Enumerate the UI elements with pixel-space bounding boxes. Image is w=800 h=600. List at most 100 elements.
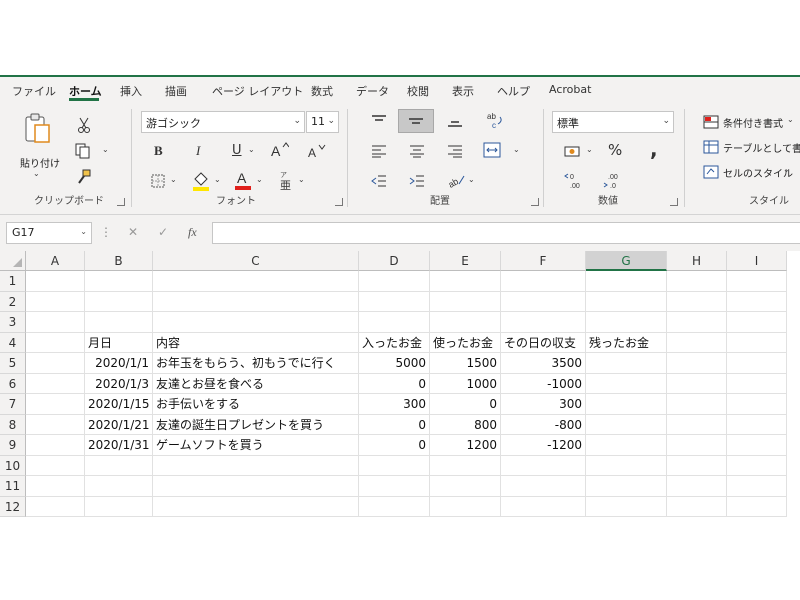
top-align-icon[interactable]: [370, 113, 388, 129]
paste-dropdown-caret[interactable]: ⌄: [33, 169, 40, 178]
number-launcher-icon[interactable]: [670, 198, 678, 206]
cell-h1[interactable]: [667, 271, 727, 292]
column-header-g[interactable]: G: [586, 251, 667, 271]
cell-i7[interactable]: [727, 394, 787, 415]
cell-c9[interactable]: ゲームソフトを買う: [153, 435, 359, 456]
cell-i10[interactable]: [727, 455, 787, 476]
cell-f1[interactable]: [501, 271, 586, 292]
row-header-11[interactable]: 11: [0, 476, 26, 497]
format-as-table-icon[interactable]: [703, 140, 719, 154]
borders-icon[interactable]: [150, 173, 166, 189]
column-header-i[interactable]: I: [727, 251, 787, 271]
cell-g12[interactable]: [586, 496, 667, 517]
cell-f11[interactable]: [501, 476, 586, 497]
underline-dropdown-caret[interactable]: ⌄: [248, 145, 255, 154]
cell-i8[interactable]: [727, 414, 787, 435]
cell-f3[interactable]: [501, 312, 586, 333]
font-color-icon[interactable]: A: [234, 169, 252, 191]
font-name-select[interactable]: 游ゴシック ⌄: [141, 111, 305, 133]
row-header-8[interactable]: 8: [0, 414, 26, 435]
cell-d8[interactable]: 0: [359, 414, 430, 435]
wrap-text-icon[interactable]: ab c: [486, 111, 504, 129]
cell-e10[interactable]: [430, 455, 501, 476]
cell-i5[interactable]: [727, 353, 787, 374]
cell-a7[interactable]: [26, 394, 85, 415]
accounting-dropdown-caret[interactable]: ⌄: [586, 145, 593, 154]
select-all-button[interactable]: [0, 251, 26, 271]
row-header-4[interactable]: 4: [0, 332, 26, 353]
cell-styles-dropdown-caret[interactable]: ⌄: [783, 165, 790, 174]
conditional-formatting-button[interactable]: 条件付き書式: [723, 115, 783, 130]
orientation-dropdown-caret[interactable]: ⌄: [468, 175, 475, 184]
decrease-decimal-icon[interactable]: .00.0: [602, 171, 622, 191]
cell-d12[interactable]: [359, 496, 430, 517]
cell-i6[interactable]: [727, 373, 787, 394]
cell-d10[interactable]: [359, 455, 430, 476]
cancel-entry-icon[interactable]: ✕: [128, 225, 138, 239]
accounting-format-icon[interactable]: [564, 143, 582, 159]
cell-g10[interactable]: [586, 455, 667, 476]
cell-f10[interactable]: [501, 455, 586, 476]
tab-acrobat[interactable]: Acrobat: [549, 83, 591, 96]
row-header-5[interactable]: 5: [0, 353, 26, 374]
cell-g2[interactable]: [586, 291, 667, 312]
column-header-a[interactable]: A: [26, 251, 85, 271]
font-color-dropdown-caret[interactable]: ⌄: [256, 175, 263, 184]
row-header-2[interactable]: 2: [0, 291, 26, 312]
cell-c4[interactable]: 内容: [153, 332, 359, 353]
cell-d3[interactable]: [359, 312, 430, 333]
clipboard-launcher-icon[interactable]: [117, 198, 125, 206]
fill-color-dropdown-caret[interactable]: ⌄: [214, 175, 221, 184]
cell-f5[interactable]: 3500: [501, 353, 586, 374]
cell-b7[interactable]: 2020/1/15: [85, 394, 153, 415]
cell-d2[interactable]: [359, 291, 430, 312]
decrease-font-size-icon[interactable]: A: [308, 143, 326, 159]
column-header-b[interactable]: B: [85, 251, 153, 271]
cell-d11[interactable]: [359, 476, 430, 497]
cell-e8[interactable]: 800: [430, 414, 501, 435]
cell-b12[interactable]: [85, 496, 153, 517]
cell-h3[interactable]: [667, 312, 727, 333]
row-header-6[interactable]: 6: [0, 373, 26, 394]
cell-f7[interactable]: 300: [501, 394, 586, 415]
cell-i1[interactable]: [727, 271, 787, 292]
cell-b6[interactable]: 2020/1/3: [85, 373, 153, 394]
cell-i2[interactable]: [727, 291, 787, 312]
cell-g8[interactable]: [586, 414, 667, 435]
cell-g6[interactable]: [586, 373, 667, 394]
cell-h8[interactable]: [667, 414, 727, 435]
row-header-10[interactable]: 10: [0, 455, 26, 476]
cell-d1[interactable]: [359, 271, 430, 292]
row-header-12[interactable]: 12: [0, 496, 26, 517]
cell-c3[interactable]: [153, 312, 359, 333]
number-format-select[interactable]: 標準 ⌄: [552, 111, 674, 133]
increase-decimal-icon[interactable]: 0.00: [564, 171, 584, 191]
cell-d6[interactable]: 0: [359, 373, 430, 394]
tab-data[interactable]: データ: [356, 83, 389, 99]
cell-h2[interactable]: [667, 291, 727, 312]
column-header-c[interactable]: C: [153, 251, 359, 271]
align-right-icon[interactable]: [446, 143, 464, 159]
cell-a8[interactable]: [26, 414, 85, 435]
cell-c8[interactable]: 友達の誕生日プレゼントを買う: [153, 414, 359, 435]
cell-h5[interactable]: [667, 353, 727, 374]
cell-e11[interactable]: [430, 476, 501, 497]
cell-c6[interactable]: 友達とお昼を食べる: [153, 373, 359, 394]
cell-b2[interactable]: [85, 291, 153, 312]
cell-a4[interactable]: [26, 332, 85, 353]
cell-f12[interactable]: [501, 496, 586, 517]
tab-draw[interactable]: 描画: [165, 83, 187, 99]
font-size-select[interactable]: 11 ⌄: [306, 111, 339, 133]
cell-e6[interactable]: 1000: [430, 373, 501, 394]
borders-dropdown-caret[interactable]: ⌄: [170, 175, 177, 184]
confirm-entry-icon[interactable]: ✓: [158, 225, 168, 239]
cell-g3[interactable]: [586, 312, 667, 333]
cell-h7[interactable]: [667, 394, 727, 415]
cell-h11[interactable]: [667, 476, 727, 497]
italic-button[interactable]: I: [196, 143, 200, 159]
format-as-table-button[interactable]: テーブルとして書式: [723, 140, 800, 155]
cell-c7[interactable]: お手伝いをする: [153, 394, 359, 415]
cell-c1[interactable]: [153, 271, 359, 292]
cell-e5[interactable]: 1500: [430, 353, 501, 374]
cell-e1[interactable]: [430, 271, 501, 292]
